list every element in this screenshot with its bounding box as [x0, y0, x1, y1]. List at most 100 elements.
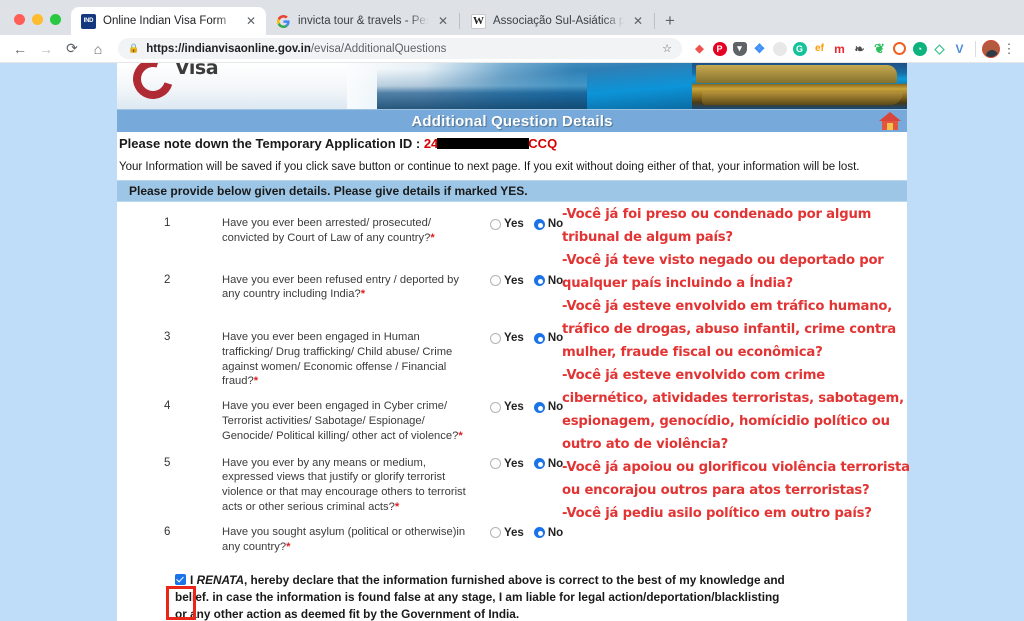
address-bar-url: https://indianvisaonline.gov.in/evisa/Ad… — [146, 43, 446, 55]
radio-no[interactable] — [533, 275, 545, 287]
annotation-line-2: -Você já teve visto negado ou deportado … — [562, 252, 884, 291]
pinterest-extension-icon[interactable]: P — [710, 39, 729, 58]
site-banner: Visa — [117, 63, 907, 109]
window-controls — [8, 14, 71, 35]
required-marker: * — [360, 288, 366, 301]
browser-tab-3[interactable]: W Associação Sul-Asiática para a ✕ — [461, 7, 653, 35]
question-answer-group: Yes No — [490, 399, 570, 413]
radio-yes-label: Yes — [504, 332, 524, 345]
dropbox-extension-icon[interactable]: ❖ — [750, 39, 769, 58]
question-answer-group: Yes No — [490, 273, 570, 287]
question-text-value: Have you sought asylum (political or oth… — [222, 525, 466, 553]
close-window-button[interactable] — [14, 14, 25, 25]
radio-yes-label: Yes — [504, 526, 524, 539]
browser-tab-2[interactable]: invicta tour & travels - Pesquis ✕ — [266, 7, 458, 35]
home-button-icon[interactable]: ⌂ — [86, 37, 110, 61]
address-bar[interactable]: 🔒 https://indianvisaonline.gov.in/evisa/… — [118, 38, 682, 59]
bookmark-star-icon[interactable]: ☆ — [662, 42, 672, 55]
browser-tab-1-title: Online Indian Visa Form — [103, 15, 227, 27]
radio-no[interactable] — [533, 401, 545, 413]
browser-tab-2-close-icon[interactable]: ✕ — [436, 15, 450, 27]
evernote-extension-icon[interactable]: ❦ — [870, 39, 889, 58]
section-instruction: Please provide below given details. Plea… — [117, 180, 907, 202]
required-marker: * — [286, 540, 291, 553]
declaration-checkbox[interactable] — [175, 574, 186, 586]
question-number: 4 — [164, 400, 171, 413]
diamond-extension-icon[interactable]: ◇ — [930, 39, 949, 58]
evisa-logo: Visa — [125, 63, 307, 107]
extension-toolbar: ◆ P ▾ ❖ G ef m ❧ ❦ ◔ ◇ V — [690, 39, 969, 58]
declaration-text: I RENATA, hereby declare that the inform… — [175, 572, 785, 621]
application-id-label: Please note down the Temporary Applicati… — [119, 136, 424, 151]
question-row-6: 6 Have you sought asylum (political or o… — [117, 525, 907, 555]
question-text-value: Have you ever been refused entry / depor… — [222, 273, 459, 301]
declaration-body: , hereby declare that the information fu… — [175, 573, 785, 621]
banner-photo-mid — [377, 69, 587, 109]
browser-tab-1-close-icon[interactable]: ✕ — [244, 15, 258, 27]
question-number: 6 — [164, 525, 171, 538]
radio-yes[interactable] — [490, 275, 501, 287]
circle-extension-icon[interactable] — [770, 39, 789, 58]
radio-yes-label: Yes — [504, 274, 524, 287]
shield-extension-icon[interactable]: ▾ — [730, 39, 749, 58]
tab-separator — [459, 13, 460, 29]
question-text: Have you ever been refused entry / depor… — [222, 273, 469, 303]
sf-extension-icon[interactable]: ef — [810, 39, 829, 58]
radio-no-label: No — [547, 332, 564, 345]
home-icon[interactable] — [879, 110, 901, 132]
minimize-window-button[interactable] — [32, 14, 43, 25]
bitly-extension-icon[interactable] — [890, 39, 909, 58]
new-tab-button[interactable]: + — [656, 12, 684, 35]
question-answer-group: Yes No — [490, 525, 570, 539]
annotation-line-6: -Você já pediu asilo político em outro p… — [562, 505, 872, 521]
pocket-extension-icon[interactable]: ◆ — [690, 39, 709, 58]
home-roof-shape — [879, 112, 901, 121]
maximize-window-button[interactable] — [50, 14, 61, 25]
radio-yes-label: Yes — [504, 218, 524, 230]
molecule-extension-icon[interactable]: ❧ — [850, 39, 869, 58]
radio-yes[interactable] — [490, 218, 501, 230]
radio-no[interactable] — [533, 458, 545, 470]
question-answer-group: Yes No — [490, 216, 570, 230]
back-icon[interactable]: ← — [8, 37, 32, 61]
radio-no[interactable] — [533, 527, 545, 539]
radio-no[interactable] — [533, 218, 545, 230]
reload-icon[interactable]: ⟳ — [60, 37, 84, 61]
browser-tab-3-close-icon[interactable]: ✕ — [631, 15, 645, 27]
page-content: Visa Additional Question Details Please … — [117, 63, 910, 621]
question-number: 3 — [164, 331, 171, 344]
radio-no-label: No — [547, 274, 564, 287]
browser-tab-1[interactable]: IND Online Indian Visa Form ✕ — [71, 7, 266, 35]
application-id-value-start: 24 — [423, 136, 439, 151]
lock-icon: 🔒 — [128, 43, 140, 53]
home-door-shape — [887, 123, 893, 130]
forward-icon[interactable]: → — [34, 37, 58, 61]
required-marker: * — [430, 231, 435, 244]
browser-menu-icon[interactable]: ⋮ — [1002, 41, 1016, 57]
page-title-bar: Additional Question Details — [117, 109, 907, 132]
question-text: Have you ever been engaged in Human traf… — [222, 330, 469, 389]
radio-yes[interactable] — [490, 527, 501, 539]
required-marker: * — [458, 429, 463, 442]
temporary-application-id: Please note down the Temporary Applicati… — [117, 132, 907, 155]
question-answer-group: Yes No — [490, 456, 570, 470]
radio-yes[interactable] — [490, 332, 501, 344]
questions-area: 1 Have you ever been arrested/ prosecute… — [117, 202, 910, 555]
portuguese-annotations: -Você já foi preso ou condenado por algu… — [562, 202, 912, 526]
m-extension-icon[interactable]: m — [830, 39, 849, 58]
question-number: 2 — [164, 273, 171, 286]
tab-separator — [654, 13, 655, 29]
annotation-line-1: -Você já foi preso ou condenado por algu… — [562, 207, 872, 245]
browser-window: IND Online Indian Visa Form ✕ invicta to… — [0, 0, 1024, 621]
browser-toolbar: ← → ⟳ ⌂ 🔒 https://indianvisaonline.gov.i… — [0, 35, 1024, 63]
url-domain: https://indianvisaonline.gov.in — [146, 42, 311, 55]
banner-houseboat-image — [692, 63, 907, 109]
radio-yes[interactable] — [490, 458, 501, 470]
radio-no[interactable] — [533, 332, 545, 344]
page-viewport: Visa Additional Question Details Please … — [0, 63, 1024, 621]
vimeo-extension-icon[interactable]: V — [950, 39, 969, 58]
clock-extension-icon[interactable]: ◔ — [910, 39, 929, 58]
radio-yes[interactable] — [490, 401, 501, 413]
grammarly-extension-icon[interactable]: G — [790, 39, 809, 58]
profile-avatar[interactable] — [982, 39, 1000, 58]
